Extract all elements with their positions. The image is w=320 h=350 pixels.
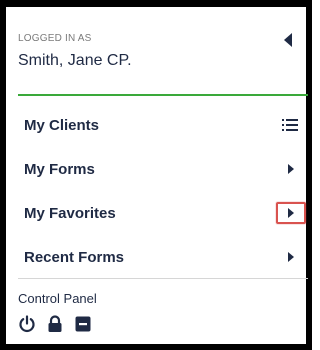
minus-square-icon[interactable] <box>74 315 92 333</box>
logged-in-label: LOGGED IN AS <box>18 33 92 44</box>
caret-right-icon[interactable] <box>288 164 294 174</box>
menu-item-my-favorites[interactable]: My Favorites <box>18 191 308 235</box>
lock-icon[interactable] <box>46 315 64 333</box>
menu-item-label: My Forms <box>24 160 95 178</box>
main-menu: My Clients My Forms My Favorites Recent … <box>18 103 308 279</box>
power-icon[interactable] <box>18 315 36 333</box>
menu-item-recent-forms[interactable]: Recent Forms <box>18 235 308 279</box>
section-divider <box>18 278 308 279</box>
control-panel-icons <box>18 315 97 333</box>
menu-item-my-clients[interactable]: My Clients <box>18 103 308 147</box>
control-panel-title: Control Panel <box>18 291 97 306</box>
list-icon[interactable] <box>282 119 298 131</box>
control-panel: Control Panel <box>18 291 97 333</box>
user-name: Smith, Jane CP. <box>18 52 132 69</box>
caret-right-icon[interactable] <box>288 252 294 262</box>
user-header: LOGGED IN AS Smith, Jane CP. <box>18 33 306 70</box>
menu-item-label: Recent Forms <box>24 248 125 266</box>
caret-left-icon[interactable] <box>284 33 292 47</box>
caret-right-icon <box>288 208 294 218</box>
menu-item-my-forms[interactable]: My Forms <box>18 147 308 191</box>
menu-item-label: My Clients <box>24 116 100 134</box>
header-divider <box>18 94 308 96</box>
menu-item-label: My Favorites <box>24 204 116 222</box>
highlighted-expand-button[interactable] <box>276 202 306 224</box>
app-frame: LOGGED IN AS Smith, Jane CP. My Clients … <box>0 0 312 350</box>
